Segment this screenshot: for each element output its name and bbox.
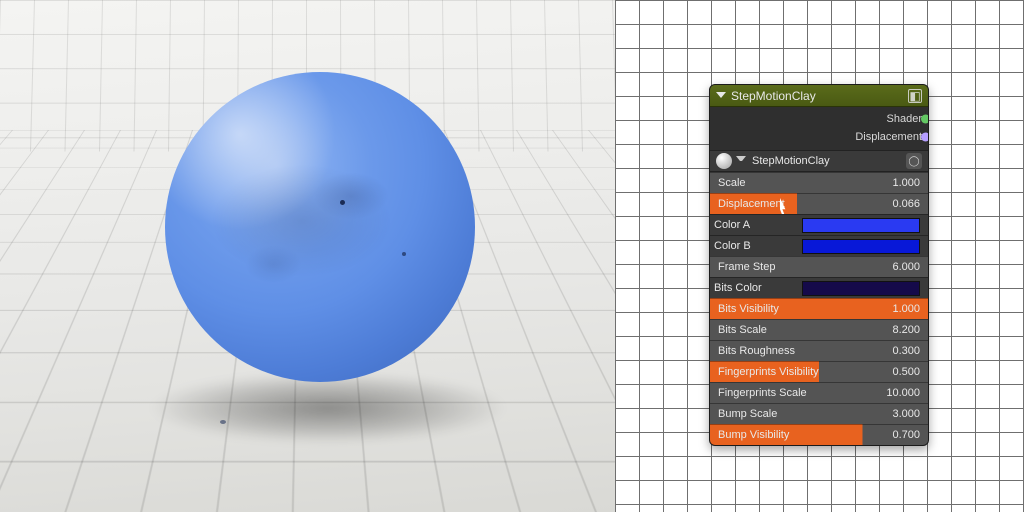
prop-value: 8.200 (878, 324, 920, 336)
shader-node[interactable]: StepMotionClay ◧ Shader Displacement Ste… (709, 84, 929, 446)
prop-label: Fingerprints Scale (718, 387, 878, 399)
prop-value: 3.000 (878, 408, 920, 420)
prop-value: 6.000 (878, 261, 920, 273)
prop-label: Scale (718, 177, 878, 189)
clay-bit (340, 200, 345, 205)
collapse-icon[interactable] (716, 92, 726, 102)
prop-label: Bump Visibility (718, 429, 878, 441)
prop-displacement[interactable]: Displacement 0.066 (710, 193, 928, 214)
prop-value: 10.000 (878, 387, 920, 399)
sphere-shadow (148, 372, 508, 444)
color-swatch[interactable] (802, 218, 920, 233)
render-viewport[interactable] (0, 0, 615, 512)
prop-fingerprints-scale[interactable]: Fingerprints Scale 10.000 (710, 382, 928, 403)
prop-label: Displacement (718, 198, 878, 210)
prop-label: Bits Scale (718, 324, 878, 336)
prop-label: Color B (714, 240, 802, 252)
prop-color-b[interactable]: Color B (710, 235, 928, 256)
clay-bit (402, 252, 406, 256)
prop-bump-scale[interactable]: Bump Scale 3.000 (710, 403, 928, 424)
material-preview-icon (716, 153, 732, 169)
prop-label: Bits Color (714, 282, 802, 294)
material-name: StepMotionClay (750, 155, 902, 167)
prop-label: Color A (714, 219, 802, 231)
output-label: Displacement (855, 131, 922, 143)
prop-scale[interactable]: Scale 1.000 (710, 172, 928, 193)
prop-value: 1.000 (878, 177, 920, 189)
prop-bits-scale[interactable]: Bits Scale 8.200 (710, 319, 928, 340)
color-swatch[interactable] (802, 239, 920, 254)
prop-value: 1.000 (878, 303, 920, 315)
fake-user-icon[interactable]: ◯ (906, 153, 922, 169)
prop-label: Bits Visibility (718, 303, 878, 315)
output-label: Shader (887, 113, 922, 125)
node-editor[interactable]: StepMotionClay ◧ Shader Displacement Ste… (615, 0, 1024, 512)
material-selector[interactable]: StepMotionClay ◯ (710, 150, 928, 172)
output-displacement[interactable]: Displacement (716, 128, 922, 146)
node-options-icon[interactable]: ◧ (908, 89, 922, 103)
prop-value: 0.300 (878, 345, 920, 357)
prop-color-a[interactable]: Color A (710, 214, 928, 235)
prop-value: 0.066 (878, 198, 920, 210)
prop-label: Bump Scale (718, 408, 878, 420)
prop-value: 0.500 (878, 366, 920, 378)
node-title: StepMotionClay (731, 89, 816, 103)
prop-frame-step[interactable]: Frame Step 6.000 (710, 256, 928, 277)
prop-label: Frame Step (718, 261, 878, 273)
prop-bits-color[interactable]: Bits Color (710, 277, 928, 298)
node-outputs: Shader Displacement (710, 107, 928, 150)
color-swatch[interactable] (802, 281, 920, 296)
prop-fingerprints-visibility[interactable]: Fingerprints Visibility 0.500 (710, 361, 928, 382)
output-shader[interactable]: Shader (716, 110, 922, 128)
clay-sphere (165, 72, 475, 382)
prop-label: Bits Roughness (718, 345, 878, 357)
prop-bits-visibility[interactable]: Bits Visibility 1.000 (710, 298, 928, 319)
prop-value: 0.700 (878, 429, 920, 441)
chevron-down-icon[interactable] (736, 156, 746, 166)
prop-label: Fingerprints Visibility (718, 366, 878, 378)
prop-bits-roughness[interactable]: Bits Roughness 0.300 (710, 340, 928, 361)
clay-bit (220, 420, 226, 424)
prop-bump-visibility[interactable]: Bump Visibility 0.700 (710, 424, 928, 445)
node-header[interactable]: StepMotionClay ◧ (710, 85, 928, 107)
